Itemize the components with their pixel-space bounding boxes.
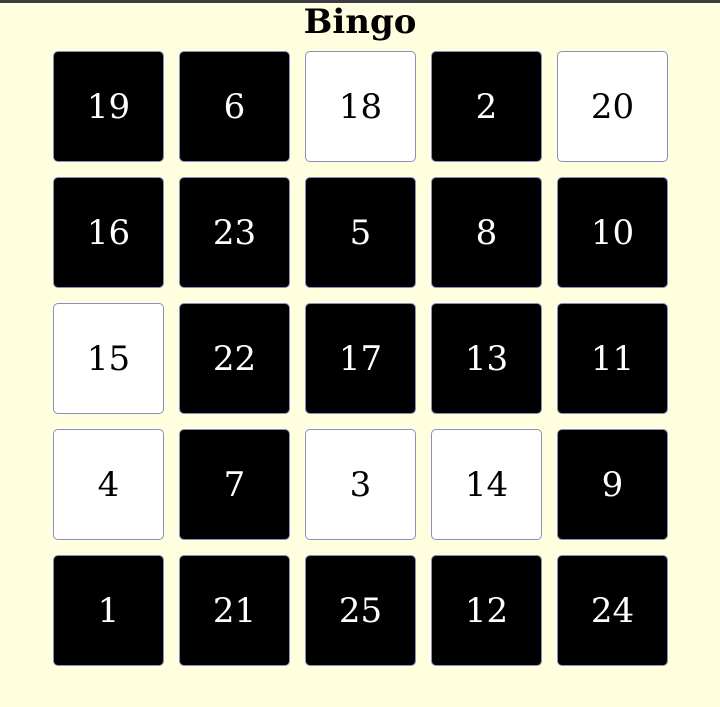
- bingo-cell[interactable]: 2: [431, 51, 542, 162]
- bingo-cell[interactable]: 21: [179, 555, 290, 666]
- bingo-cell[interactable]: 12: [431, 555, 542, 666]
- bingo-cell[interactable]: 25: [305, 555, 416, 666]
- bingo-cell[interactable]: 7: [179, 429, 290, 540]
- bingo-cell[interactable]: 1: [53, 555, 164, 666]
- bingo-cell[interactable]: 13: [431, 303, 542, 414]
- bingo-cell[interactable]: 23: [179, 177, 290, 288]
- bingo-cell[interactable]: 5: [305, 177, 416, 288]
- bingo-cell[interactable]: 18: [305, 51, 416, 162]
- page-title: Bingo: [303, 2, 417, 42]
- bingo-cell[interactable]: 17: [305, 303, 416, 414]
- bingo-cell[interactable]: 3: [305, 429, 416, 540]
- bingo-cell[interactable]: 15: [53, 303, 164, 414]
- bingo-cell[interactable]: 14: [431, 429, 542, 540]
- bingo-cell[interactable]: 24: [557, 555, 668, 666]
- bingo-cell[interactable]: 6: [179, 51, 290, 162]
- bingo-cell[interactable]: 20: [557, 51, 668, 162]
- bingo-cell[interactable]: 9: [557, 429, 668, 540]
- bingo-cell[interactable]: 11: [557, 303, 668, 414]
- bingo-cell[interactable]: 19: [53, 51, 164, 162]
- bingo-cell[interactable]: 8: [431, 177, 542, 288]
- bingo-cell[interactable]: 4: [53, 429, 164, 540]
- bingo-board: 19 6 18 2 20 16 23 5 8 10 15 22 17 13 11 4 7 3 14 9 1 21 25 12 2…: [53, 51, 668, 666]
- bingo-cell[interactable]: 22: [179, 303, 290, 414]
- bingo-cell[interactable]: 16: [53, 177, 164, 288]
- bingo-cell[interactable]: 10: [557, 177, 668, 288]
